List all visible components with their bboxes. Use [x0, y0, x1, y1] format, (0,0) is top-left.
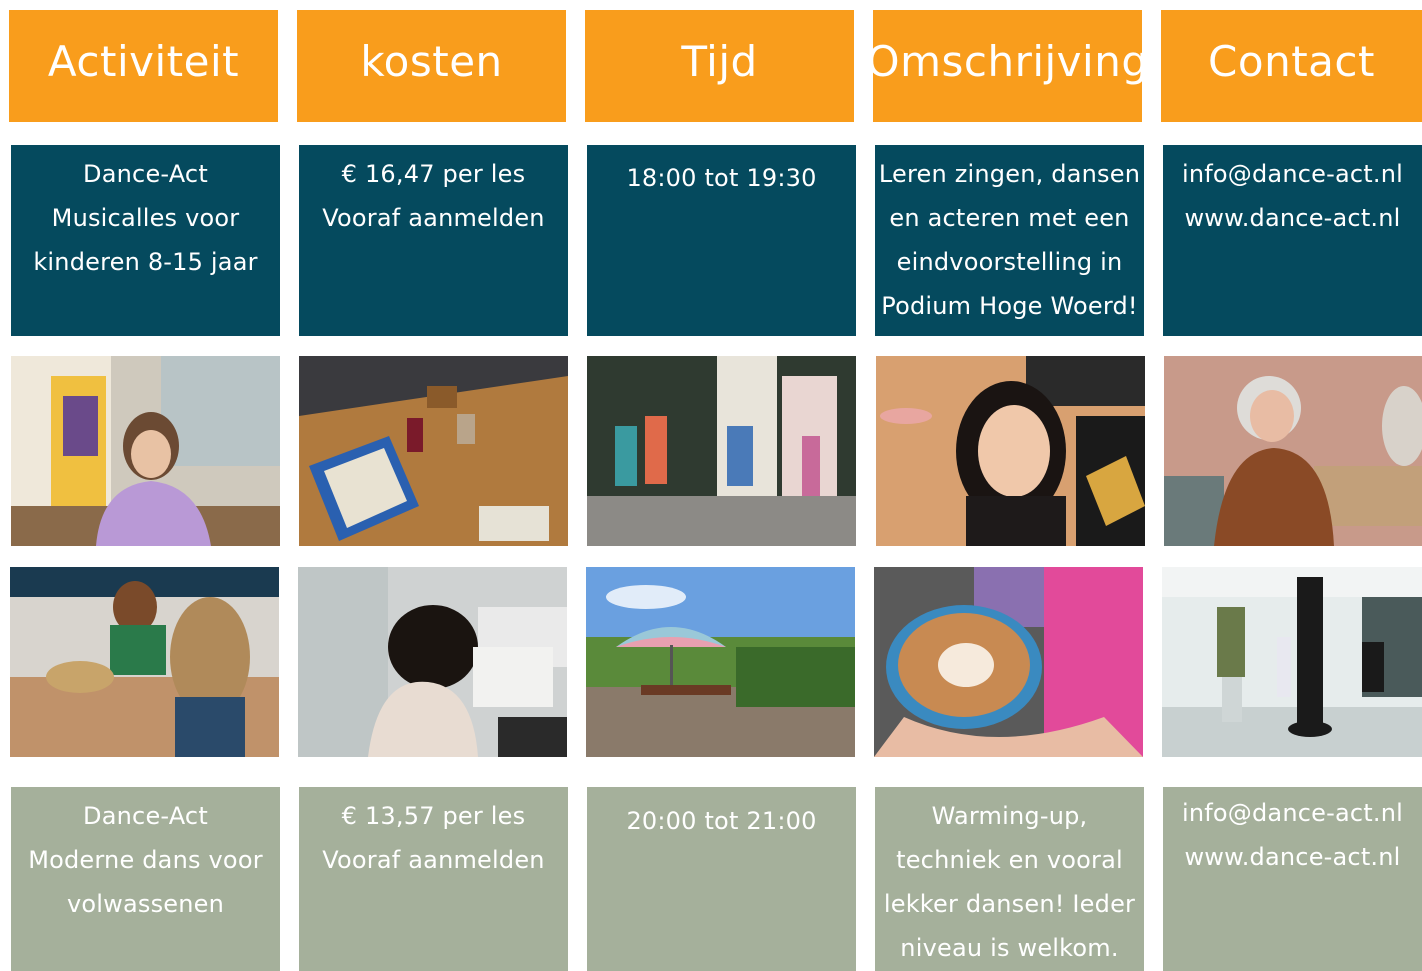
photo-table-with-game-box-and-drinks [299, 356, 568, 546]
header-kosten: kosten [297, 10, 566, 122]
photo-boxing-class [1162, 567, 1422, 757]
row2-kosten: € 13,57 per les Vooraf aanmelden [299, 787, 568, 971]
header-tijd: Tijd [585, 10, 854, 122]
photo-garden-terrace-picnic-table [586, 567, 855, 757]
photo-dancers-in-room [587, 356, 856, 546]
row1-activiteit: Dance-Act Musicalles voor kinderen 8-15 … [11, 145, 280, 336]
photo-smiling-woman-cafe [876, 356, 1145, 546]
photo-cappuccino-cup-in-hand [874, 567, 1143, 757]
row1-omschrijving: Leren zingen, dansen en acteren met een … [875, 145, 1144, 336]
row1-contact: info@dance-act.nl www.dance-act.nl [1163, 145, 1422, 336]
photo-children-baking [10, 567, 279, 757]
row1-kosten: € 16,47 per les Vooraf aanmelden [299, 145, 568, 336]
row2-contact: info@dance-act.nl www.dance-act.nl [1163, 787, 1422, 971]
row2-activiteit: Dance-Act Moderne dans voor volwassenen [11, 787, 280, 971]
header-contact: Contact [1161, 10, 1422, 122]
row1-tijd: 18:00 tot 19:30 [587, 145, 856, 336]
row2-omschrijving: Warming-up, techniek en vooral lekker da… [875, 787, 1144, 971]
header-activiteit: Activiteit [9, 10, 278, 122]
photo-sewing-machine-workshop [298, 567, 567, 757]
row2-tijd: 20:00 tot 21:00 [587, 787, 856, 971]
photo-woman-purple-sweater [11, 356, 280, 546]
photo-elderly-woman-at-table [1164, 356, 1422, 546]
header-omschrijving: Omschrijving [873, 10, 1142, 122]
